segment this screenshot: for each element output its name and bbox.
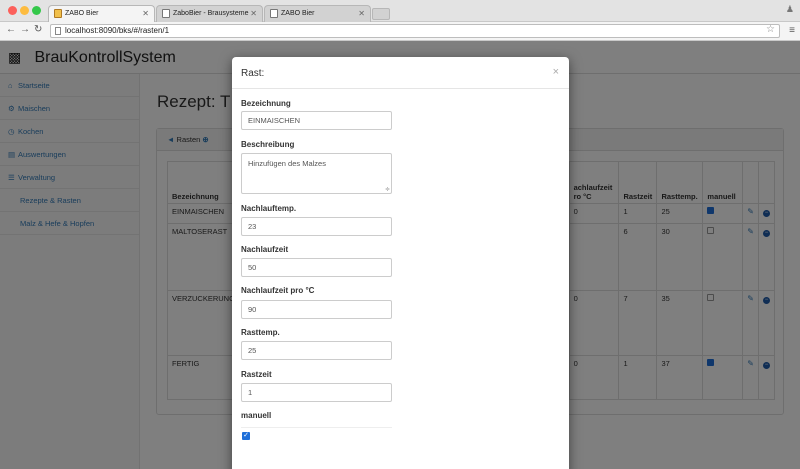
nachlaufzeit-label: Nachlaufzeit	[241, 245, 289, 254]
tab-label: ZABO Bier	[65, 10, 99, 17]
beer-icon	[54, 9, 62, 18]
back-icon[interactable]: ←	[6, 24, 16, 35]
nachlauftemp-input[interactable]: 23	[241, 217, 392, 236]
nachlaufzeit-input[interactable]: 50	[241, 258, 392, 277]
url-text: localhost:8090/bks/#/rasten/1	[65, 26, 170, 35]
nachlaufzeit-pro-c-input[interactable]: 90	[241, 300, 392, 319]
address-bar-row: ← → ↻ localhost:8090/bks/#/rasten/1 ☆ ≡	[0, 22, 800, 41]
page-icon	[270, 9, 278, 18]
browser-tab-bar: ZABO Bier ✕ ZaboBier - Brausysteme ✕ ZAB…	[0, 0, 800, 22]
page-icon	[162, 9, 170, 18]
manuell-label: manuell	[241, 411, 272, 420]
divider	[241, 427, 392, 428]
close-tab-icon[interactable]: ✕	[142, 6, 149, 21]
close-tab-icon[interactable]: ✕	[250, 6, 257, 21]
rastzeit-label: Rastzeit	[241, 370, 272, 379]
browser-tab-2[interactable]: ZaboBier - Brausysteme ✕	[156, 5, 263, 22]
maximize-window-button[interactable]	[32, 6, 41, 15]
close-tab-icon[interactable]: ✕	[358, 6, 365, 21]
menu-icon[interactable]: ≡	[789, 25, 795, 36]
browser-tab-1[interactable]: ZABO Bier ✕	[48, 5, 155, 22]
browser-tab-3[interactable]: ZABO Bier ✕	[264, 5, 371, 22]
modal-title: Rast:	[241, 68, 265, 79]
reload-icon[interactable]: ↻	[34, 24, 42, 35]
manuell-checkbox[interactable]: ✓	[242, 432, 250, 440]
rastzeit-input[interactable]: 1	[241, 383, 392, 402]
close-window-button[interactable]	[8, 6, 17, 15]
user-icon[interactable]: ♟	[786, 4, 794, 15]
beschreibung-label: Beschreibung	[241, 140, 295, 149]
bezeichnung-input[interactable]: EINMAISCHEN	[241, 111, 392, 130]
rast-modal: Rast: × Bezeichnung EINMAISCHEN Beschrei…	[232, 57, 569, 469]
page-icon	[55, 27, 61, 35]
forward-icon[interactable]: →	[20, 24, 30, 35]
resize-handle-icon[interactable]: ≑	[385, 186, 390, 193]
minimize-window-button[interactable]	[20, 6, 29, 15]
close-icon[interactable]: ×	[553, 66, 559, 78]
bookmark-star-icon[interactable]: ☆	[766, 24, 775, 36]
beschreibung-textarea[interactable]: Hinzufügen des Malzes ≑	[241, 153, 392, 194]
nachlaufzeit-pro-c-label: Nachlaufzeit pro °C	[241, 286, 315, 295]
rasttemp-input[interactable]: 25	[241, 341, 392, 360]
url-input[interactable]: localhost:8090/bks/#/rasten/1 ☆	[50, 24, 780, 38]
nachlauftemp-label: Nachlauftemp.	[241, 204, 297, 213]
rasttemp-label: Rasttemp.	[241, 328, 280, 337]
tab-label: ZaboBier - Brausysteme	[173, 10, 249, 17]
beschreibung-value: Hinzufügen des Malzes	[248, 159, 326, 168]
tab-label: ZABO Bier	[281, 10, 315, 17]
divider	[232, 88, 569, 89]
new-tab-button[interactable]	[372, 8, 390, 20]
bezeichnung-label: Bezeichnung	[241, 99, 291, 108]
